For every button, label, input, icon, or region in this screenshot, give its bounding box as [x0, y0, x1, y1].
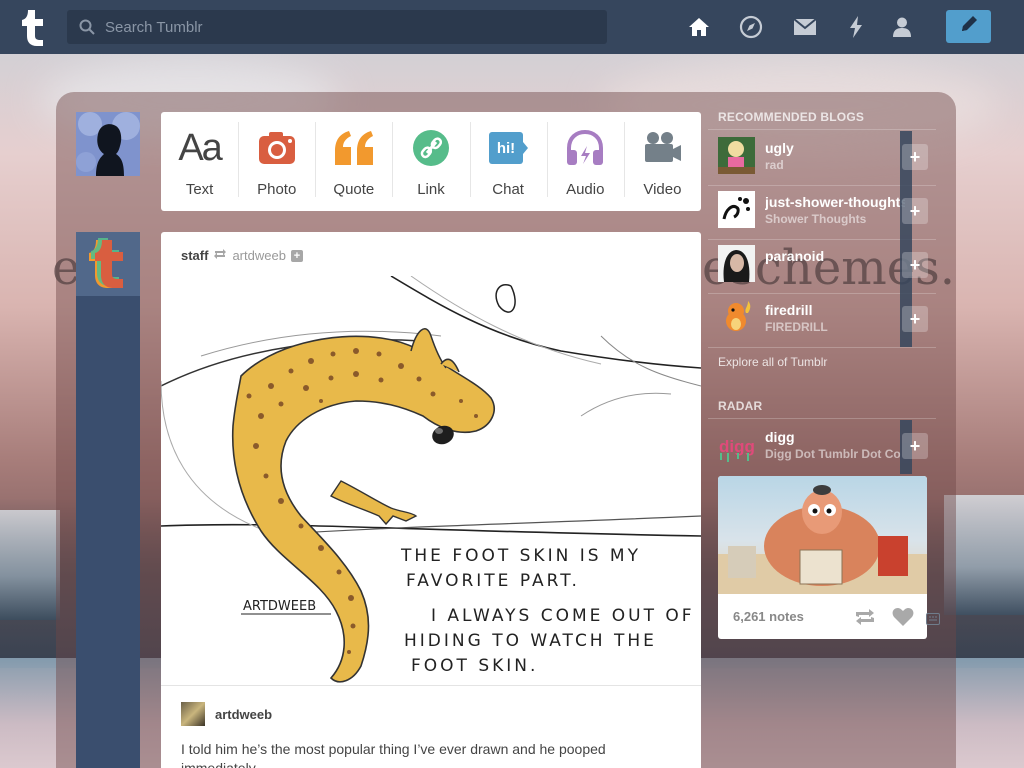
background-ship [0, 510, 60, 620]
home-icon[interactable] [685, 13, 713, 41]
post-image-gecko[interactable]: THE FOOT SKIN IS MY FAVORITE PART. I ALW… [161, 275, 701, 686]
blog-subtitle: FIREDRILL [765, 320, 828, 334]
video-camera-icon [640, 128, 684, 168]
radar-post-image[interactable] [718, 476, 927, 594]
radar-post-card: 6,261 notes [718, 476, 927, 639]
search-input[interactable] [105, 10, 595, 44]
explore-link[interactable]: Explore all of Tumblr [718, 355, 827, 369]
staff-avatar[interactable] [76, 232, 140, 296]
blog-subtitle: Shower Thoughts [765, 212, 867, 226]
follow-button[interactable]: + [290, 249, 303, 262]
chat-icon: hi! [486, 128, 530, 168]
divider [708, 129, 936, 130]
tumblr-logo-icon[interactable] [16, 8, 50, 46]
digg-avatar: digg [718, 426, 755, 463]
post-caption: I told him he’s the most popular thing I… [181, 741, 606, 768]
notes-count[interactable]: 6,261 notes [733, 609, 804, 624]
post-card: staff artdweeb + THE FOOT SKIN IS MY FAV… [161, 232, 701, 768]
camera-icon [255, 128, 299, 168]
post-type-label: Video [643, 181, 682, 198]
link-icon [409, 128, 453, 168]
heart-icon[interactable] [892, 607, 914, 632]
post-type-photo[interactable]: Photo [238, 112, 315, 211]
caption-author-link[interactable]: artdweeb [215, 707, 272, 722]
recommended-blog-item[interactable]: ugly rad + [708, 131, 936, 185]
text-icon: Aa [178, 126, 223, 169]
recommended-blog-item[interactable]: just-shower-thoughts Shower Thoughts + [708, 185, 936, 239]
headphones-icon [563, 128, 607, 168]
follow-blog-button[interactable]: + [902, 433, 928, 459]
art-signature: ARTDWEEB [243, 599, 316, 614]
reblog-button[interactable] [854, 608, 876, 631]
radar-title: RADAR [718, 399, 763, 413]
paranoid-avatar [718, 245, 755, 282]
radar-blog-item[interactable]: digg digg Digg Dot Tumblr Dot Com + [708, 420, 936, 474]
post-type-label: Link [417, 181, 445, 198]
art-text-line: FOOT SKIN. [411, 656, 538, 676]
post-type-link[interactable]: Link [392, 112, 469, 211]
quote-icon [332, 128, 376, 168]
blog-name: paranoid [765, 248, 825, 264]
post-type-text[interactable]: Aa Text [161, 112, 238, 211]
explore-icon[interactable] [737, 13, 765, 41]
reblog-icon [213, 248, 227, 263]
post-type-selector: Aa Text Photo Quote Link hi! Chat Audio [161, 112, 701, 211]
shower-thoughts-avatar [718, 191, 755, 228]
post-author-link[interactable]: staff [181, 248, 208, 263]
follow-blog-button[interactable]: + [902, 198, 928, 224]
caption-header: artdweeb [181, 702, 272, 726]
post-type-chat[interactable]: hi! Chat [469, 112, 547, 211]
divider [708, 418, 936, 419]
blog-name: just-shower-thoughts [765, 194, 905, 210]
artdweeb-avatar[interactable] [181, 702, 205, 726]
post-type-audio[interactable]: Audio [546, 112, 624, 211]
top-navigation-bar [0, 0, 1024, 54]
user-avatar[interactable] [76, 112, 140, 176]
post-type-label: Audio [566, 181, 605, 198]
compose-button[interactable] [946, 10, 991, 43]
post-type-label: Quote [333, 181, 375, 198]
recommended-blog-item[interactable]: paranoid + [708, 239, 936, 293]
keyboard-shortcuts-icon[interactable] [926, 612, 940, 625]
post-avatar-column [76, 232, 140, 768]
follow-blog-button[interactable]: + [902, 306, 928, 332]
svg-text:digg: digg [719, 437, 755, 456]
recommended-blog-item[interactable]: firedrill FIREDRILL + [708, 293, 936, 347]
post-header: staff artdweeb + [181, 248, 303, 263]
art-text-line: HIDING TO WATCH THE [404, 631, 657, 651]
art-text-line: FAVORITE PART. [406, 571, 580, 591]
activity-icon[interactable] [842, 13, 870, 41]
ugly-avatar [718, 137, 755, 174]
account-icon[interactable] [888, 13, 916, 41]
blog-name: ugly [765, 140, 794, 156]
inbox-icon[interactable] [791, 13, 819, 41]
background-ship [944, 495, 1024, 615]
follow-blog-button[interactable]: + [902, 144, 928, 170]
reblog-source-link[interactable]: artdweeb [232, 248, 285, 263]
art-text-line: I ALWAYS COME OUT OF [431, 606, 695, 626]
post-type-quote[interactable]: Quote [315, 112, 392, 211]
blog-subtitle: rad [765, 158, 784, 172]
search-icon [79, 19, 95, 40]
post-type-label: Photo [257, 181, 297, 198]
post-type-video[interactable]: Video [623, 112, 701, 211]
blog-name: digg [765, 429, 795, 445]
blog-name: firedrill [765, 302, 813, 318]
post-type-label: Text [185, 181, 214, 198]
recommended-blogs-title: RECOMMENDED BLOGS [718, 110, 865, 124]
blog-subtitle: Digg Dot Tumblr Dot Com [765, 447, 901, 461]
pencil-icon [959, 14, 979, 39]
search-bar[interactable] [67, 10, 607, 44]
follow-blog-button[interactable]: + [902, 252, 928, 278]
svg-text:hi!: hi! [497, 140, 515, 157]
divider [708, 347, 936, 348]
post-type-label: Chat [492, 181, 524, 198]
firedrill-avatar [718, 299, 755, 336]
art-text-line: THE FOOT SKIN IS MY [400, 546, 641, 566]
